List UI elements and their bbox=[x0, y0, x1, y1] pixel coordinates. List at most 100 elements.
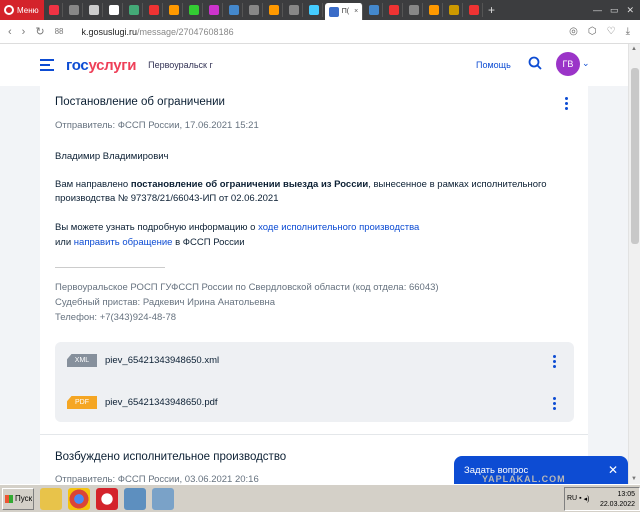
message-card: Постановление об ограничении Отправитель… bbox=[40, 86, 588, 484]
clock[interactable]: 13:05 22.03.2022 bbox=[600, 490, 635, 510]
maximize-icon[interactable]: ▭ bbox=[610, 5, 619, 16]
url-host: k.gosuslugi.ru bbox=[81, 26, 137, 37]
browser-tab[interactable] bbox=[65, 3, 83, 17]
browser-tab[interactable] bbox=[465, 3, 483, 17]
city-selector[interactable]: Первоуральск г bbox=[148, 60, 213, 70]
opera-menu-label: Меню bbox=[17, 5, 39, 15]
gosuslugi-logo[interactable]: госуслуги bbox=[66, 57, 136, 74]
window-controls: — ▭ ✕ bbox=[593, 5, 640, 16]
browser-tab[interactable] bbox=[205, 3, 223, 17]
browser-tab-active[interactable]: П( × bbox=[325, 3, 363, 20]
user-avatar[interactable]: ГВ bbox=[556, 52, 580, 76]
tab-favicon-icon bbox=[108, 5, 119, 15]
browser-tab[interactable] bbox=[425, 3, 443, 17]
browser-tab[interactable] bbox=[45, 3, 63, 17]
help-link[interactable]: Помощь bbox=[476, 60, 511, 70]
scrollbar-thumb[interactable] bbox=[631, 68, 639, 244]
speed-dial-icon[interactable]: 88 bbox=[55, 27, 64, 36]
message-sender: Отправитель: ФССП России, 03.06.2021 20:… bbox=[55, 474, 259, 484]
download-icon[interactable]: ⤓ bbox=[626, 26, 630, 37]
language-indicator[interactable]: RU bbox=[567, 495, 577, 502]
message-title: Постановление об ограничении bbox=[55, 96, 225, 108]
scroll-up-icon[interactable]: ▲ bbox=[631, 46, 637, 52]
signature-block: Первоуральское РОСП ГУФССП России по Све… bbox=[55, 280, 439, 325]
windows-logo-icon bbox=[5, 494, 13, 503]
close-window-icon[interactable]: ✕ bbox=[626, 5, 634, 16]
browser-tab[interactable] bbox=[285, 3, 303, 17]
message-more-icon[interactable] bbox=[565, 97, 569, 110]
browser-tab[interactable] bbox=[385, 3, 403, 17]
attachment-filename[interactable]: piev_65421343948650.pdf bbox=[105, 397, 218, 408]
camera-icon[interactable]: ◎ bbox=[569, 26, 578, 37]
greeting-text: Владимир Владимирович bbox=[55, 151, 169, 162]
chrome-icon[interactable] bbox=[68, 487, 90, 510]
site-header: госуслуги Первоуральск г Помощь ГВ ⌄ bbox=[0, 44, 628, 86]
browser-tab[interactable] bbox=[265, 3, 283, 17]
url-field[interactable]: k.gosuslugi.ru/message/27047608186 bbox=[81, 27, 233, 37]
browser-tab[interactable] bbox=[125, 3, 143, 17]
attachment-row[interactable]: XML piev_65421343948650.xml bbox=[67, 354, 219, 367]
message-sender: Отправитель: ФССП России, 17.06.2021 15:… bbox=[55, 120, 259, 131]
tab-favicon-icon bbox=[288, 5, 299, 15]
opera-menu-button[interactable]: Меню bbox=[0, 0, 44, 20]
browser-tab[interactable] bbox=[225, 3, 243, 17]
watermark-text: YAPLAKAL.COM bbox=[482, 474, 566, 484]
browser-tab-strip: Меню П( × + — ▭ ✕ bbox=[0, 0, 640, 20]
system-tray: RU ▪ ◂) 13:05 22.03.2022 bbox=[564, 486, 640, 511]
windows-taskbar: Пуск RU ▪ ◂) 13:05 22.03.2022 bbox=[0, 484, 640, 512]
image-viewer-icon[interactable] bbox=[124, 487, 146, 510]
send-appeal-link[interactable]: направить обращение bbox=[74, 237, 173, 248]
search-icon[interactable] bbox=[528, 56, 542, 70]
tab-favicon-icon bbox=[128, 5, 139, 15]
tab-favicon-icon bbox=[448, 5, 459, 15]
browser-tab[interactable] bbox=[305, 3, 323, 17]
network-icon[interactable]: ▪ bbox=[579, 495, 581, 502]
enforcement-progress-link[interactable]: ходе исполнительного производства bbox=[258, 222, 419, 233]
attachment-more-icon[interactable] bbox=[553, 397, 557, 410]
back-arrow-icon[interactable]: ‹ bbox=[8, 26, 12, 38]
browser-tab[interactable] bbox=[105, 3, 123, 17]
hamburger-menu-icon[interactable] bbox=[40, 59, 54, 71]
minimize-icon[interactable]: — bbox=[593, 5, 602, 16]
new-tab-icon[interactable]: + bbox=[488, 3, 495, 17]
chevron-down-icon[interactable]: ⌄ bbox=[582, 58, 590, 69]
browser-tab[interactable] bbox=[245, 3, 263, 17]
tab-close-icon[interactable]: × bbox=[354, 8, 358, 15]
browser-tab[interactable] bbox=[145, 3, 163, 17]
browser-tab[interactable] bbox=[85, 3, 103, 17]
browser-tab[interactable] bbox=[165, 3, 183, 17]
start-button[interactable]: Пуск bbox=[2, 487, 34, 510]
tab-favicon-icon bbox=[468, 5, 479, 15]
tab-favicon-icon bbox=[188, 5, 199, 15]
signature-bailiff: Судебный пристав: Радкевич Ирина Анатоль… bbox=[55, 297, 276, 308]
close-icon[interactable]: ✕ bbox=[608, 463, 618, 477]
attachments-panel: XML piev_65421343948650.xml PDF piev_654… bbox=[55, 342, 574, 422]
logo-gos-part: гос bbox=[66, 56, 89, 74]
url-path: /message/27047608186 bbox=[137, 26, 234, 37]
opera-icon[interactable] bbox=[96, 487, 118, 510]
browser-tab[interactable] bbox=[185, 3, 203, 17]
active-tab-label: П( bbox=[341, 8, 350, 15]
reload-icon[interactable]: ↻ bbox=[35, 25, 44, 38]
paint-icon[interactable] bbox=[152, 487, 174, 510]
browser-tab[interactable] bbox=[445, 3, 463, 17]
message-title[interactable]: Возбуждено исполнительное производство bbox=[55, 451, 286, 463]
message-separator bbox=[40, 434, 588, 435]
logo-uslugi-part: услуги bbox=[88, 56, 137, 74]
forward-arrow-icon[interactable]: › bbox=[22, 26, 26, 38]
browser-tab[interactable] bbox=[365, 3, 383, 17]
scroll-down-icon[interactable]: ▼ bbox=[631, 476, 637, 482]
browser-tab[interactable] bbox=[405, 3, 423, 17]
page-scrollbar[interactable]: ▲ ▼ bbox=[628, 44, 640, 484]
p2-text-after: в ФССП России bbox=[172, 237, 245, 248]
heart-icon[interactable]: ♡ bbox=[607, 26, 616, 37]
tab-favicon-icon bbox=[368, 5, 379, 15]
attachment-row[interactable]: PDF piev_65421343948650.pdf bbox=[67, 396, 218, 409]
tab-favicon-icon bbox=[268, 5, 279, 15]
volume-icon[interactable]: ◂) bbox=[584, 495, 590, 503]
attachment-filename[interactable]: piev_65421343948650.xml bbox=[105, 355, 219, 366]
attachment-more-icon[interactable] bbox=[553, 355, 557, 368]
start-label: Пуск bbox=[15, 494, 33, 503]
shield-icon[interactable]: ⬡ bbox=[588, 26, 597, 37]
folder-icon[interactable] bbox=[40, 487, 62, 510]
